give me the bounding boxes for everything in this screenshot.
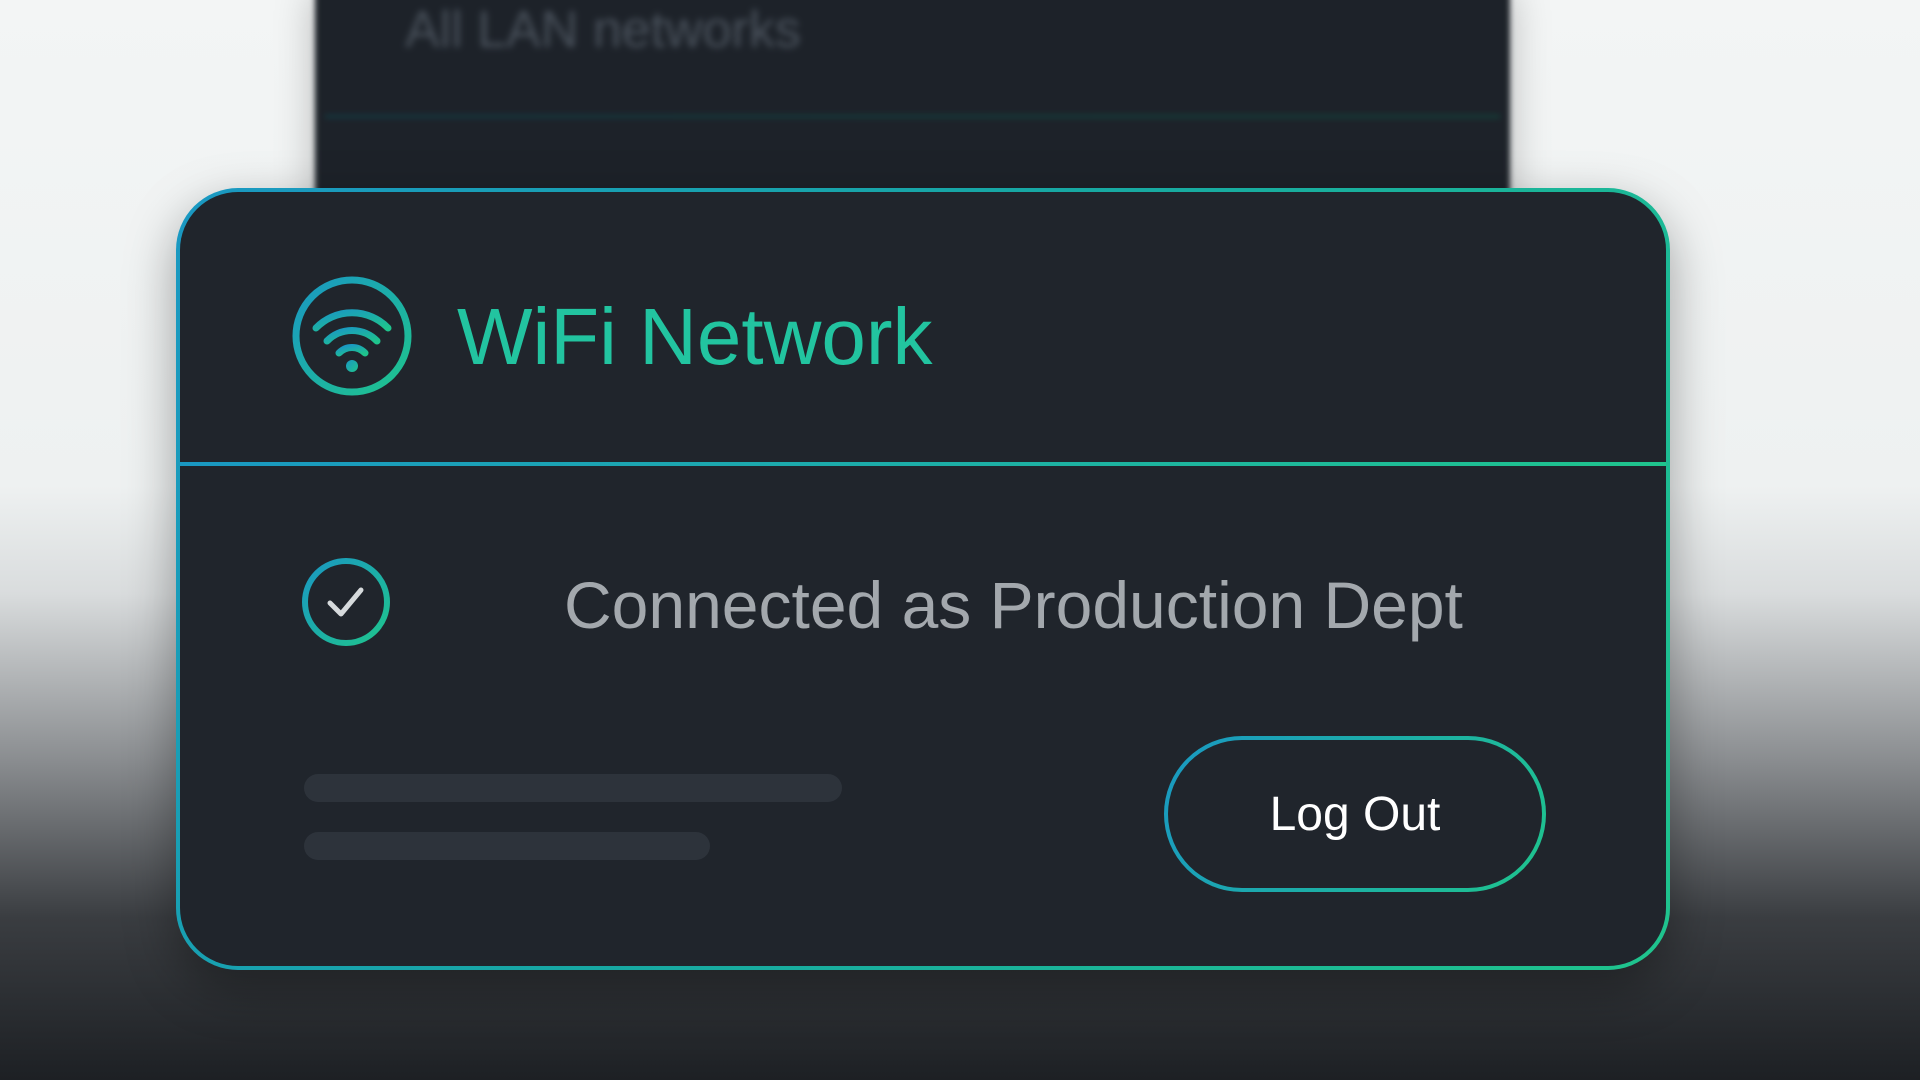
placeholder-line	[304, 832, 710, 860]
logout-button[interactable]: Log Out	[1164, 736, 1546, 892]
background-panel-label: All LAN networks	[405, 1, 801, 59]
connection-status: Connected as Production Dept	[300, 552, 1626, 652]
header-divider	[180, 462, 1666, 466]
card-header: WiFi Network	[180, 192, 1666, 464]
status-text: Connected as Production Dept	[564, 568, 1463, 642]
card-title: WiFi Network	[457, 292, 933, 381]
check-circle-icon	[302, 558, 390, 646]
placeholder-line	[304, 774, 842, 802]
background-panel-divider	[325, 115, 1500, 118]
wifi-network-card: WiFi Network Connected as Production Dep…	[176, 188, 1670, 970]
background-network-panel: All LAN networks	[315, 0, 1510, 210]
wifi-icon	[292, 276, 412, 396]
